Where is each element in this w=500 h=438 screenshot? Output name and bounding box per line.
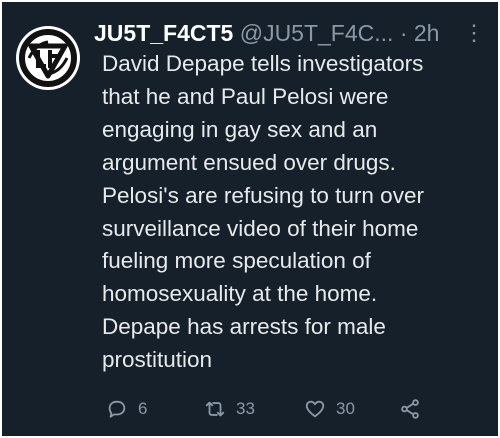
retweet-arrows-icon xyxy=(205,401,225,417)
heart-icon xyxy=(305,400,325,418)
tweet-text: David Depape tells investigators that he… xyxy=(102,51,424,373)
reply-button[interactable]: 6 xyxy=(106,394,147,424)
tweet-actions: 6 33 30 xyxy=(94,394,490,424)
ju5t-f4ct5-logo-icon xyxy=(18,28,78,88)
avatar[interactable] xyxy=(16,26,80,90)
share-button[interactable] xyxy=(399,394,421,424)
display-name[interactable]: JU5T_F4CT5 xyxy=(94,20,233,46)
more-options-button[interactable]: ⋮ xyxy=(459,16,486,50)
tweet-header: JU5T_F4CT5 @JU5T_F4C... · 2h xyxy=(94,16,490,50)
like-count: 30 xyxy=(336,399,355,418)
retweet-count: 33 xyxy=(236,399,255,418)
header-separator: · xyxy=(399,20,408,46)
like-button[interactable]: 30 xyxy=(304,394,355,424)
more-options-icon: ⋮ xyxy=(463,20,486,45)
post-time[interactable]: 2h xyxy=(414,20,440,46)
retweet-button[interactable]: 33 xyxy=(204,394,255,424)
user-handle[interactable]: @JU5T_F4C... xyxy=(240,20,394,46)
speech-bubble-icon xyxy=(108,400,126,418)
share-nodes-icon xyxy=(401,399,419,419)
tweet-card[interactable]: JU5T_F4CT5 @JU5T_F4C... · 2h ⋮ David Dep… xyxy=(2,2,498,436)
reply-count: 6 xyxy=(138,399,148,418)
